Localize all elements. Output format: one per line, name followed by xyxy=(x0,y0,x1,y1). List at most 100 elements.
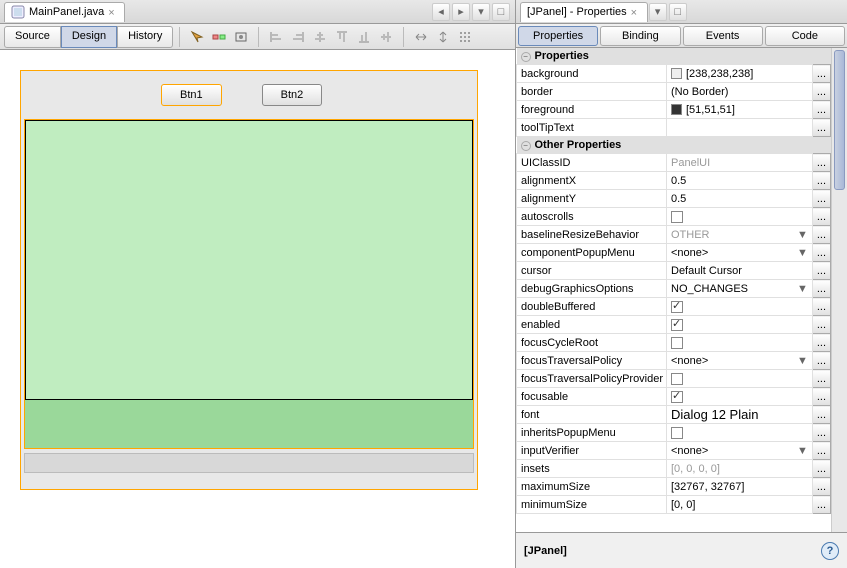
editor-button[interactable]: ... xyxy=(812,83,830,101)
section-other[interactable]: −Other Properties xyxy=(517,137,831,154)
editor-button[interactable]: ... xyxy=(812,172,830,190)
prop-row-baseline[interactable]: baselineResizeBehavior OTHER▼ ... xyxy=(517,226,831,244)
view-tab-design[interactable]: Design xyxy=(61,26,117,48)
editor-button[interactable]: ... xyxy=(812,334,830,352)
chevron-down-icon[interactable]: ▼ xyxy=(797,247,808,259)
editor-button[interactable]: ... xyxy=(812,424,830,442)
prop-row-alignmentx[interactable]: alignmentX 0.5 ... xyxy=(517,172,831,190)
editor-button[interactable]: ... xyxy=(812,352,830,370)
tab-list-button[interactable]: ▾ xyxy=(649,3,667,21)
tab-list-button[interactable]: ▾ xyxy=(472,3,490,21)
prop-row-doublebuffered[interactable]: doubleBuffered ... xyxy=(517,298,831,316)
prop-row-focuscycleroot[interactable]: focusCycleRoot ... xyxy=(517,334,831,352)
tab-prev-button[interactable]: ◂ xyxy=(432,3,450,21)
preview-tool-icon[interactable] xyxy=(230,26,252,48)
prop-row-insets[interactable]: insets [0, 0, 0, 0] ... xyxy=(517,460,831,478)
prop-row-background[interactable]: background [238,238,238] ... xyxy=(517,65,831,83)
checkbox[interactable] xyxy=(671,427,683,439)
prop-row-font[interactable]: font Dialog 12 Plain ... xyxy=(517,406,831,424)
editor-button[interactable]: ... xyxy=(812,65,830,83)
prop-row-focustraversalprovider[interactable]: focusTraversalPolicyProvider ... xyxy=(517,370,831,388)
prop-row-autoscrolls[interactable]: autoscrolls ... xyxy=(517,208,831,226)
chevron-down-icon[interactable]: ▼ xyxy=(797,445,808,457)
resize-h-icon[interactable] xyxy=(410,26,432,48)
prop-row-enabled[interactable]: enabled ... xyxy=(517,316,831,334)
editor-button[interactable]: ... xyxy=(812,442,830,460)
section-properties[interactable]: −Properties xyxy=(517,48,831,65)
form-lower-panel[interactable] xyxy=(25,400,473,448)
editor-button[interactable]: ... xyxy=(812,460,830,478)
editor-button[interactable]: ... xyxy=(812,101,830,119)
prop-row-focustraversalpolicy[interactable]: focusTraversalPolicy <none>▼ ... xyxy=(517,352,831,370)
help-icon[interactable]: ? xyxy=(821,542,839,560)
design-canvas[interactable]: Btn1 Btn2 xyxy=(0,50,515,568)
form-inner-panel[interactable] xyxy=(25,120,473,400)
prop-row-debuggraphics[interactable]: debugGraphicsOptions NO_CHANGES▼ ... xyxy=(517,280,831,298)
chevron-down-icon[interactable]: ▼ xyxy=(797,355,808,367)
view-tab-history[interactable]: History xyxy=(117,26,173,48)
form-root[interactable]: Btn1 Btn2 xyxy=(20,70,478,490)
editor-button[interactable]: ... xyxy=(812,496,830,514)
subtab-binding[interactable]: Binding xyxy=(600,26,680,46)
chevron-down-icon[interactable]: ▼ xyxy=(797,229,808,241)
editor-button[interactable]: ... xyxy=(812,119,830,137)
properties-tab[interactable]: [JPanel] - Properties × xyxy=(520,2,648,22)
prop-row-inputverifier[interactable]: inputVerifier <none>▼ ... xyxy=(517,442,831,460)
prop-row-alignmenty[interactable]: alignmentY 0.5 ... xyxy=(517,190,831,208)
canvas-button-2[interactable]: Btn2 xyxy=(262,84,323,106)
align-bottom-icon[interactable] xyxy=(353,26,375,48)
align-left-icon[interactable] xyxy=(265,26,287,48)
editor-button[interactable]: ... xyxy=(812,226,830,244)
prop-row-uiclassid[interactable]: UIClassID PanelUI ... xyxy=(517,154,831,172)
form-footer-bar[interactable] xyxy=(24,453,474,473)
grid-icon[interactable] xyxy=(454,26,476,48)
editor-button[interactable]: ... xyxy=(812,154,830,172)
editor-button[interactable]: ... xyxy=(812,478,830,496)
subtab-properties[interactable]: Properties xyxy=(518,26,598,46)
checkbox[interactable] xyxy=(671,319,683,331)
subtab-events[interactable]: Events xyxy=(683,26,763,46)
tab-maximize-button[interactable]: □ xyxy=(492,3,510,21)
collapse-icon[interactable]: − xyxy=(521,141,531,151)
prop-row-cursor[interactable]: cursor Default Cursor ... xyxy=(517,262,831,280)
editor-button[interactable]: ... xyxy=(812,280,830,298)
editor-button[interactable]: ... xyxy=(812,262,830,280)
scrollbar[interactable] xyxy=(831,48,847,532)
editor-button[interactable]: ... xyxy=(812,208,830,226)
align-center-h-icon[interactable] xyxy=(309,26,331,48)
checkbox[interactable] xyxy=(671,301,683,313)
subtab-code[interactable]: Code xyxy=(765,26,845,46)
checkbox[interactable] xyxy=(671,337,683,349)
scrollbar-thumb[interactable] xyxy=(834,50,845,190)
editor-button[interactable]: ... xyxy=(812,244,830,262)
align-center-v-icon[interactable] xyxy=(375,26,397,48)
align-top-icon[interactable] xyxy=(331,26,353,48)
editor-button[interactable]: ... xyxy=(812,370,830,388)
view-tab-source[interactable]: Source xyxy=(4,26,61,48)
prop-row-componentpopup[interactable]: componentPopupMenu <none>▼ ... xyxy=(517,244,831,262)
resize-v-icon[interactable] xyxy=(432,26,454,48)
selection-tool-icon[interactable] xyxy=(186,26,208,48)
prop-row-minsize[interactable]: minimumSize [0, 0] ... xyxy=(517,496,831,514)
checkbox[interactable] xyxy=(671,391,683,403)
tab-next-button[interactable]: ▸ xyxy=(452,3,470,21)
prop-row-tooltiptext[interactable]: toolTipText ... xyxy=(517,119,831,137)
editor-button[interactable]: ... xyxy=(812,406,830,424)
editor-button[interactable]: ... xyxy=(812,298,830,316)
collapse-icon[interactable]: − xyxy=(521,52,531,62)
connection-tool-icon[interactable] xyxy=(208,26,230,48)
chevron-down-icon[interactable]: ▼ xyxy=(797,283,808,295)
prop-row-focusable[interactable]: focusable ... xyxy=(517,388,831,406)
prop-row-border[interactable]: border (No Border) ... xyxy=(517,83,831,101)
canvas-button-1[interactable]: Btn1 xyxy=(161,84,222,106)
close-icon[interactable]: × xyxy=(631,7,641,17)
close-icon[interactable]: × xyxy=(108,7,118,17)
editor-button[interactable]: ... xyxy=(812,388,830,406)
editor-button[interactable]: ... xyxy=(812,190,830,208)
editor-button[interactable]: ... xyxy=(812,316,830,334)
prop-row-foreground[interactable]: foreground [51,51,51] ... xyxy=(517,101,831,119)
checkbox[interactable] xyxy=(671,373,683,385)
checkbox[interactable] xyxy=(671,211,683,223)
form-main-panel[interactable] xyxy=(24,119,474,449)
tab-minimize-button[interactable]: □ xyxy=(669,3,687,21)
